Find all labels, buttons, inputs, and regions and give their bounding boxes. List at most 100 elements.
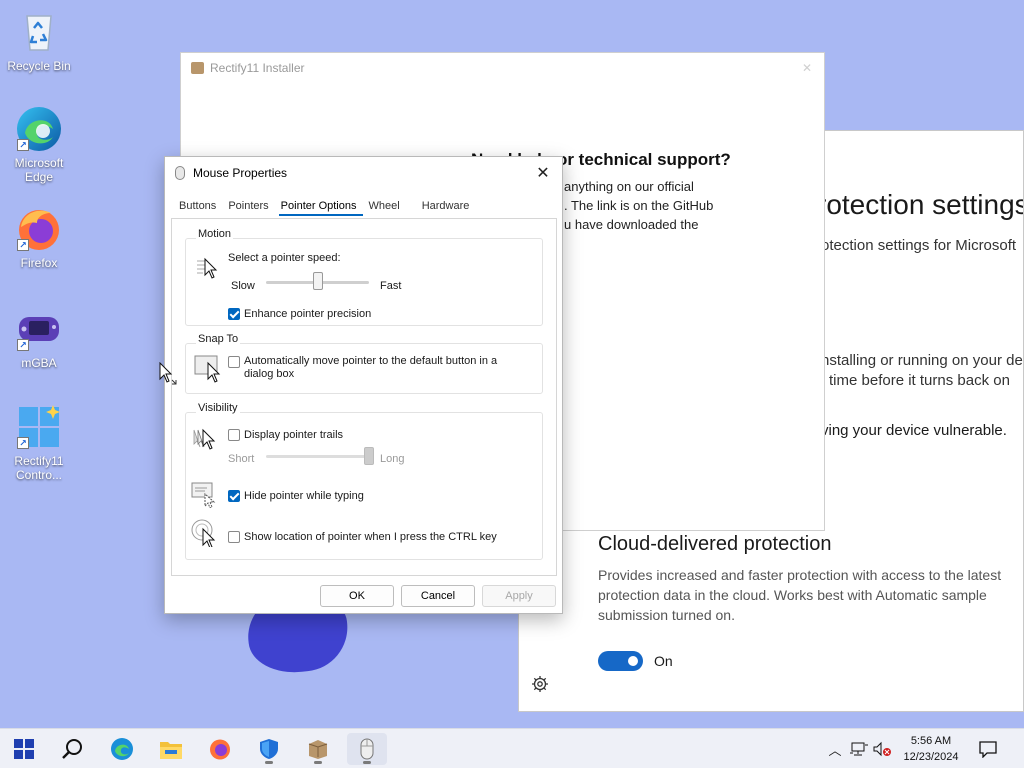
- cancel-button[interactable]: Cancel: [401, 585, 475, 607]
- edge-icon: ↗: [15, 105, 63, 153]
- tab-pointer-options[interactable]: Pointer Options: [278, 200, 363, 216]
- cloud-protection-description: Provides increased and faster protection…: [598, 567, 1002, 623]
- chevron-up-icon[interactable]: ︿: [826, 740, 844, 759]
- security-icon: [260, 739, 278, 759]
- toggle-knob: [628, 656, 638, 666]
- cloud-protection-toggle[interactable]: [598, 651, 643, 671]
- taskbar: ︿ 5:56 AM 12/23/2024: [0, 728, 1024, 768]
- notification-icon: [979, 741, 997, 758]
- pointer-speed-slider-thumb[interactable]: [312, 272, 323, 290]
- desktop-icon-label: mGBA: [21, 356, 57, 370]
- snap-to-group-title: Snap To: [196, 333, 241, 345]
- clock-time: 5:56 AM: [910, 735, 952, 747]
- desktop-icon-label: Rectify11 Contro...: [14, 454, 64, 482]
- tab-buttons[interactable]: Buttons: [177, 200, 222, 216]
- slow-label: Slow: [231, 280, 255, 292]
- tab-strip: Buttons Pointers Pointer Options Wheel H…: [177, 200, 479, 216]
- clock-date: 12/23/2024: [903, 751, 959, 763]
- security-text-line: time before it turns back on: [829, 372, 1010, 389]
- security-text-line: ving your device vulnerable.: [821, 422, 1007, 439]
- fast-label: Fast: [380, 280, 402, 292]
- enhance-precision-checkbox[interactable]: [228, 308, 240, 320]
- notification-button[interactable]: [968, 733, 1008, 765]
- pointer-speed-label: Select a pointer speed:: [228, 252, 341, 264]
- visibility-group: Visibility Display pointer trails Short …: [185, 402, 543, 560]
- edge-icon: [111, 738, 133, 760]
- installer-text-line: . The link is on the GitHub: [564, 198, 714, 213]
- rectify11-icon: ↗: [15, 403, 63, 451]
- desktop-icon-label: Recycle Bin: [7, 59, 71, 73]
- taskbar-clock[interactable]: 5:56 AM 12/23/2024: [892, 733, 970, 765]
- ok-button[interactable]: OK: [320, 585, 394, 607]
- volume-muted-icon[interactable]: [872, 741, 892, 757]
- network-icon[interactable]: [850, 741, 868, 757]
- trails-slider-track[interactable]: [266, 455, 369, 458]
- search-button[interactable]: [52, 733, 92, 765]
- installer-icon: [308, 740, 328, 759]
- short-label: Short: [228, 453, 255, 465]
- mouse-icon: [360, 738, 374, 760]
- installer-body-text: anything on our official . The link is o…: [564, 177, 713, 234]
- enhance-precision-label: Enhance pointer precision: [244, 308, 372, 320]
- security-text-line: nstalling or running on your de: [821, 352, 1023, 369]
- close-icon[interactable]: ✕: [533, 163, 553, 183]
- visibility-group-title: Visibility: [196, 402, 240, 414]
- desktop-icon-mgba[interactable]: ↗ mGBA: [1, 305, 77, 370]
- desktop-icon-recycle-bin[interactable]: Recycle Bin: [1, 8, 77, 73]
- motion-group: Motion Select a pointer speed: Slow Fast…: [185, 228, 543, 326]
- motion-group-title: Motion: [196, 228, 234, 240]
- taskbar-edge[interactable]: [102, 733, 142, 765]
- dialog-titlebar: Mouse Properties: [165, 157, 562, 189]
- close-icon[interactable]: ✕: [802, 61, 812, 75]
- pointer-trails-checkbox[interactable]: [228, 429, 240, 441]
- taskbar-firefox[interactable]: [200, 733, 240, 765]
- mouse-cursor-icon: [159, 362, 177, 385]
- system-tray: ︿: [826, 729, 892, 768]
- pointer-options-panel: Motion Select a pointer speed: Slow Fast…: [171, 218, 557, 576]
- long-label: Long: [380, 453, 405, 465]
- tab-hardware[interactable]: Hardware: [420, 200, 476, 216]
- installer-text-line: anything on our official: [564, 179, 694, 194]
- tab-pointers[interactable]: Pointers: [226, 200, 274, 216]
- trails-slider-thumb[interactable]: [364, 447, 374, 465]
- taskbar-windows-security[interactable]: [249, 733, 289, 765]
- pointer-location-icon: [191, 519, 216, 547]
- snap-to-group: Snap To Automatically move pointer to th…: [185, 333, 543, 394]
- hide-pointer-icon: [191, 482, 216, 508]
- snap-to-checkbox[interactable]: [228, 356, 240, 368]
- taskbar-file-explorer[interactable]: [151, 733, 191, 765]
- apply-button[interactable]: Apply: [482, 585, 556, 607]
- recycle-bin-icon: [15, 8, 63, 56]
- pointer-speed-icon: [197, 257, 218, 279]
- security-heading: rotection settings: [817, 189, 1024, 220]
- dialog-title: Mouse Properties: [193, 166, 288, 180]
- show-location-label: Show location of pointer when I press th…: [244, 531, 497, 543]
- taskbar-mouse-properties[interactable]: [347, 733, 387, 765]
- firefox-icon: [210, 739, 230, 760]
- snap-to-label: Automatically move pointer to the defaul…: [244, 355, 498, 380]
- hide-pointer-label: Hide pointer while typing: [244, 490, 364, 502]
- search-icon: [62, 739, 82, 759]
- pointer-trails-label: Display pointer trails: [244, 429, 344, 441]
- tab-wheel[interactable]: Wheel: [367, 200, 406, 216]
- taskbar-rectify11-installer[interactable]: [298, 733, 338, 765]
- mgba-icon: ↗: [15, 305, 63, 353]
- start-icon: [14, 739, 34, 759]
- desktop-icon-edge[interactable]: ↗ Microsoft Edge: [1, 105, 77, 184]
- installer-app-icon: [191, 62, 204, 74]
- snap-to-icon: [194, 355, 221, 383]
- cloud-protection-toggle-label: On: [654, 653, 673, 669]
- file-explorer-icon: [160, 742, 182, 759]
- gear-icon[interactable]: [531, 675, 549, 693]
- show-location-checkbox[interactable]: [228, 531, 240, 543]
- hide-pointer-checkbox[interactable]: [228, 490, 240, 502]
- desktop-icon-firefox[interactable]: ↗ Firefox: [1, 205, 77, 270]
- firefox-icon: ↗: [15, 205, 63, 253]
- start-button[interactable]: [4, 733, 44, 765]
- desktop-icon-rectify11-control[interactable]: ↗ Rectify11 Contro...: [1, 403, 77, 482]
- mouse-properties-dialog: Mouse Properties ✕ Buttons Pointers Poin…: [164, 156, 563, 614]
- installer-text-line: u have downloaded the: [564, 217, 699, 232]
- cloud-protection-title: Cloud-delivered protection: [598, 533, 832, 555]
- pointer-trails-icon: [193, 428, 216, 450]
- mouse-icon: [175, 166, 185, 180]
